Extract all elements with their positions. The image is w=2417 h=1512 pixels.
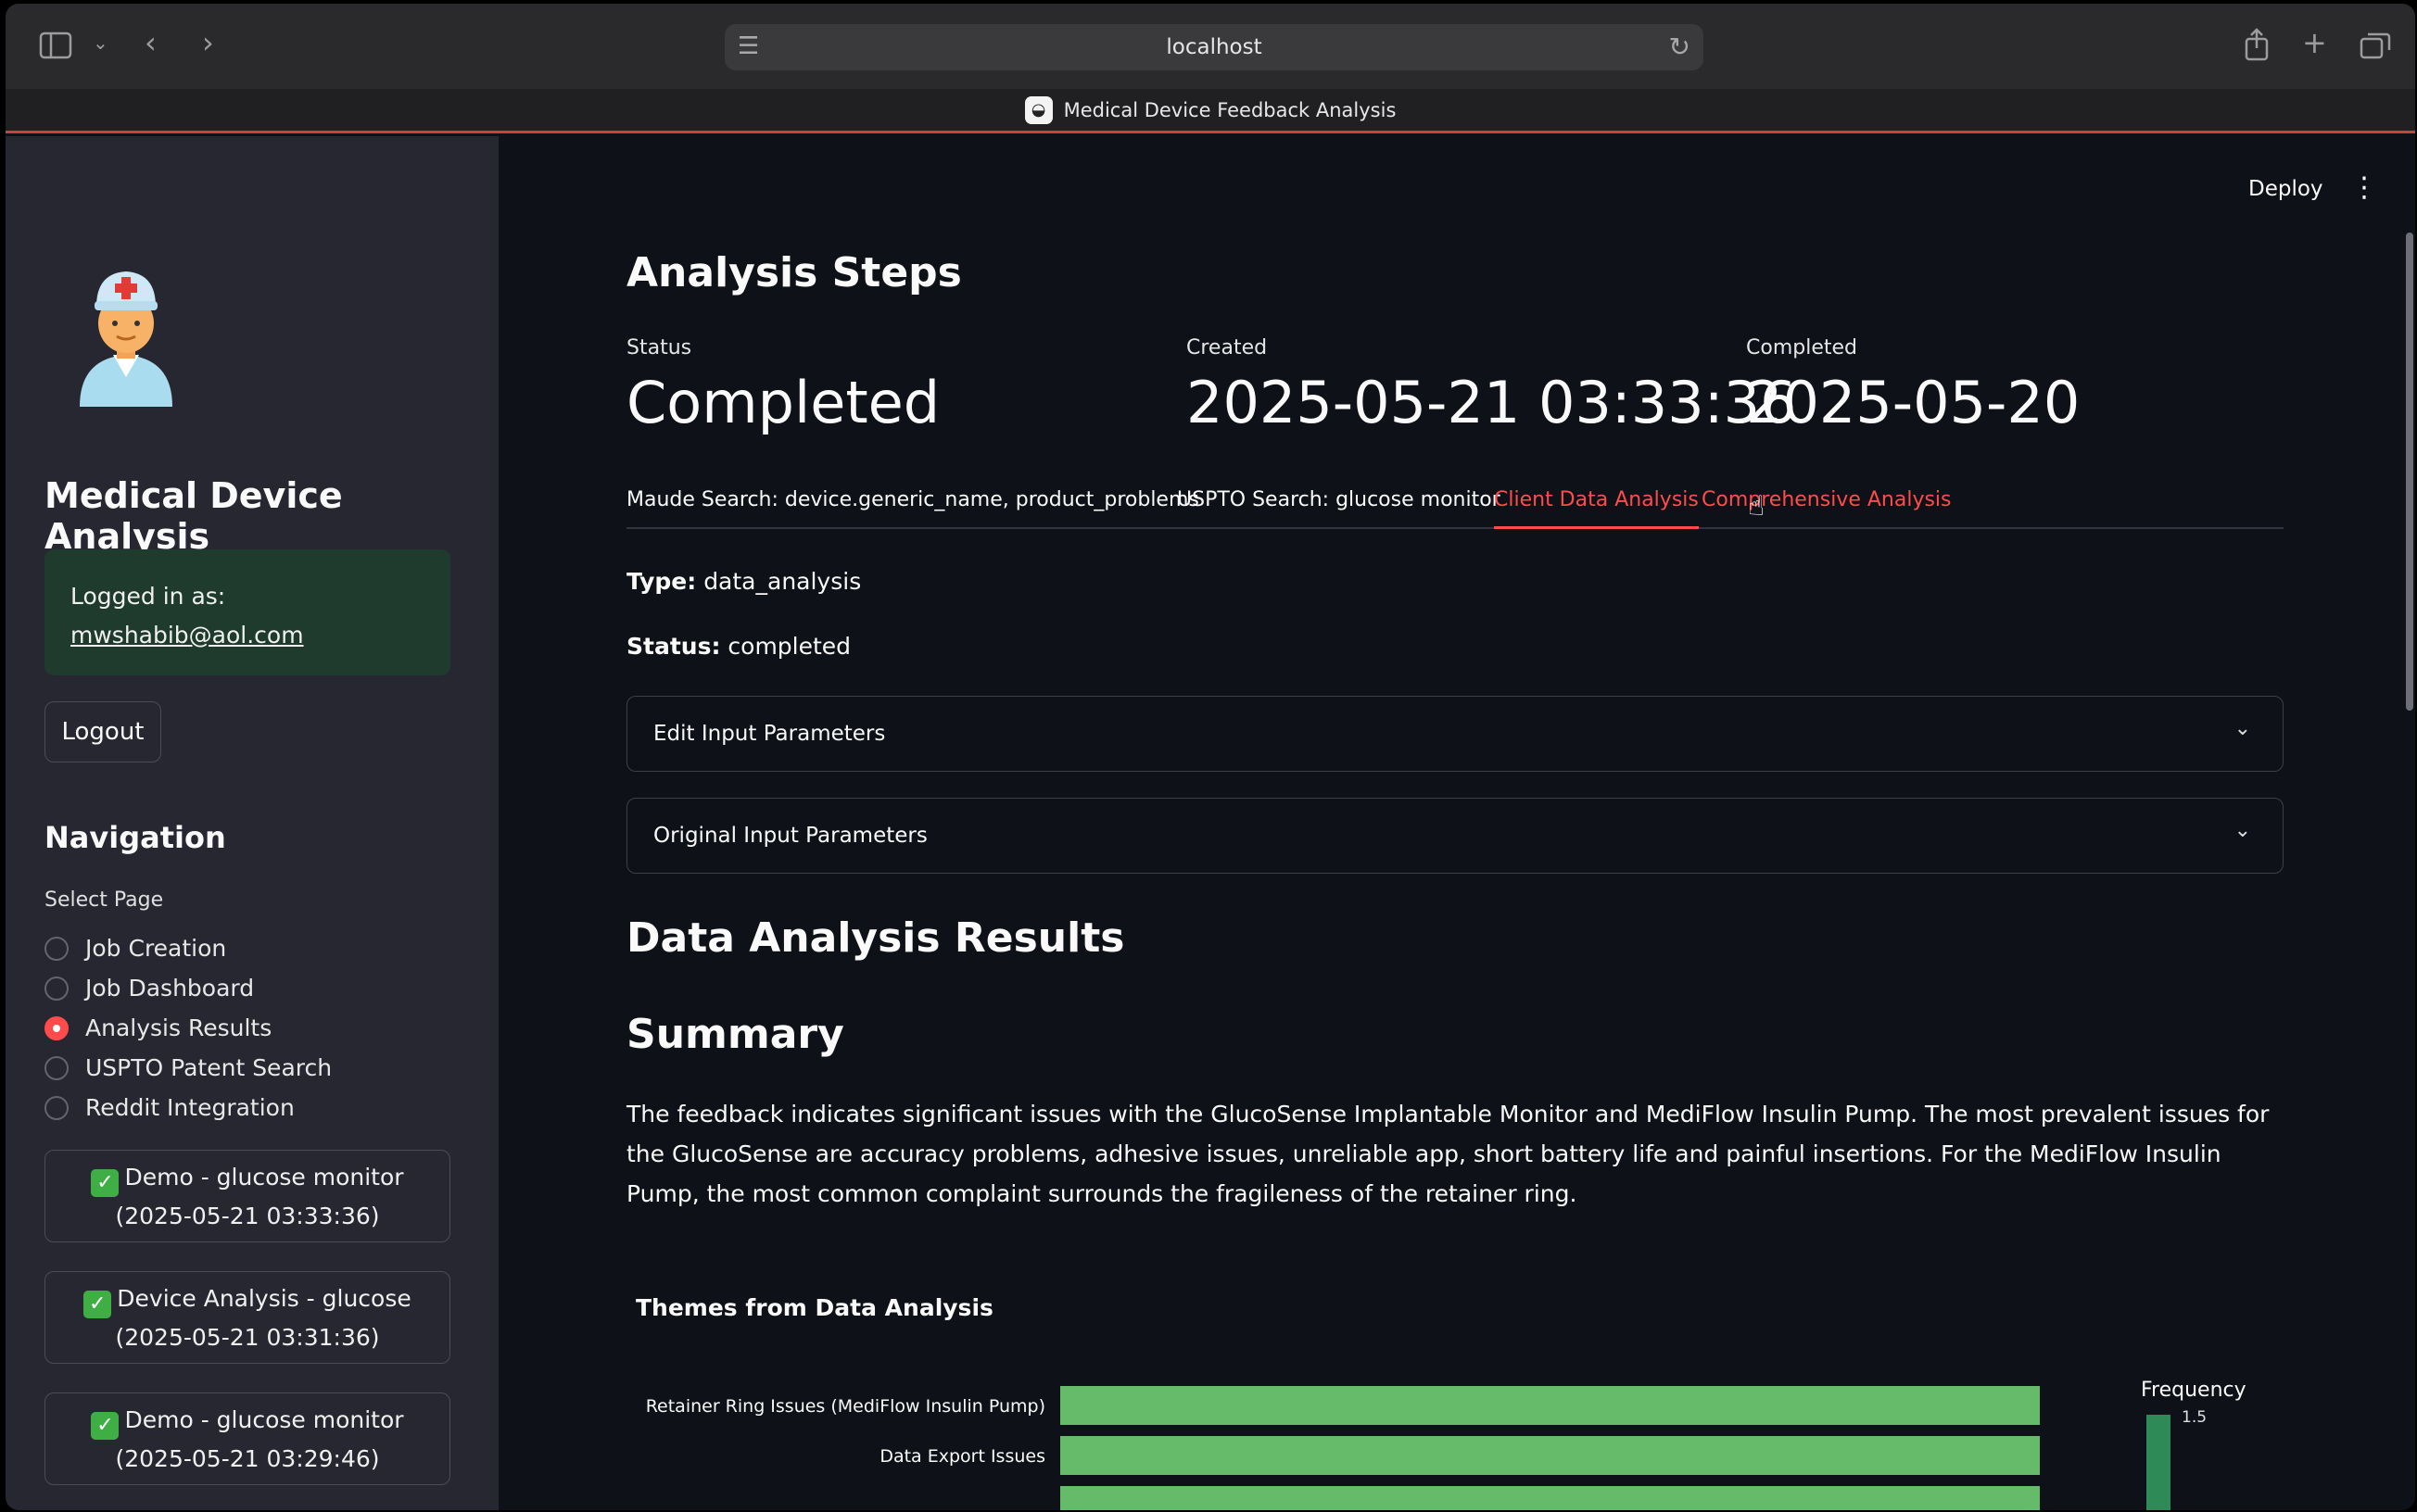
login-status-box: Logged in as: mwshabib@aol.com <box>44 549 450 675</box>
forward-arrow-icon[interactable]: › <box>202 28 214 57</box>
url-text: localhost <box>1166 35 1262 59</box>
job-time: (2025-05-21 03:33:36) <box>115 1203 380 1229</box>
tab-client-data-analysis[interactable]: Client Data Analysis <box>1494 488 1699 529</box>
radio-label: Job Creation <box>85 935 227 962</box>
status-label: Status: <box>626 633 721 660</box>
job-name: Demo - glucose monitor <box>124 1406 404 1433</box>
sidebar-toggle-icon[interactable] <box>39 32 72 59</box>
tab-comprehensive-analysis[interactable]: Comprehensive Analysis <box>1702 488 1952 511</box>
deploy-button[interactable]: Deploy <box>2248 177 2323 201</box>
check-mark-icon: ✓ <box>91 1412 120 1440</box>
tab-title: Medical Device Feedback Analysis <box>1063 98 1397 121</box>
radio-label: Analysis Results <box>85 1014 272 1041</box>
tab-overview-icon[interactable] <box>2360 32 2391 59</box>
check-mark-icon: ✓ <box>91 1169 120 1197</box>
share-icon[interactable] <box>2243 28 2271 61</box>
category-tick-label: Retainer Ring Issues (MediFlow Insulin P… <box>646 1396 1045 1417</box>
navigation-heading: Navigation <box>44 820 226 855</box>
radio-analysis-results[interactable]: Analysis Results <box>44 1008 332 1048</box>
legend-tick-label: 1.5 <box>2182 1408 2207 1427</box>
doctor-avatar-icon <box>80 271 172 407</box>
expander-label: Edit Input Parameters <box>653 722 886 746</box>
logout-button[interactable]: Logout <box>44 701 161 762</box>
radio-button-selected[interactable] <box>44 1015 69 1040</box>
metric-completed: Completed 2025-05-20 <box>1746 336 2080 436</box>
metric-value: 2025-05-20 <box>1746 369 2081 436</box>
type-label: Type: <box>626 568 697 595</box>
chart-bar <box>1060 1436 2040 1475</box>
themes-bar-chart: Retainer Ring Issues (MediFlow Insulin P… <box>646 1379 2246 1510</box>
login-label: Logged in as: <box>70 583 226 610</box>
sidebar-title: Medical Device Analysis <box>44 475 343 557</box>
metric-status: Status Completed <box>626 336 940 436</box>
chart-bar-partial <box>1060 1486 2040 1510</box>
status-value: completed <box>728 633 852 660</box>
metric-label: Created <box>1186 336 1268 359</box>
job-button[interactable]: ✓ Demo - glucose monitor (2025-05-21 03:3… <box>44 1150 450 1242</box>
kebab-menu-icon[interactable]: ⋮ <box>2350 171 2378 204</box>
streamlit-app: Medical Device Analysis Logged in as: mw… <box>6 136 2415 1510</box>
chart-title: Themes from Data Analysis <box>636 1294 993 1321</box>
data-analysis-results-heading: Data Analysis Results <box>626 914 1125 962</box>
chart-bar <box>1060 1386 2040 1425</box>
expander-label: Original Input Parameters <box>653 824 928 848</box>
back-arrow-icon[interactable]: ‹ <box>145 28 157 57</box>
reload-icon[interactable]: ↻ <box>1669 32 1690 62</box>
summary-text: The feedback indicates significant issue… <box>626 1101 2270 1207</box>
tab-uspto-search[interactable]: USPTO Search: glucose monitor <box>1177 488 1500 511</box>
tab-maude-search[interactable]: Maude Search: device.generic_name, produ… <box>626 488 1199 511</box>
job-name: Device Analysis - glucose <box>117 1285 411 1312</box>
select-page-label: Select Page <box>44 888 164 912</box>
favicon-icon: ◒ <box>1024 95 1053 124</box>
mouse-cursor-icon: ☝ <box>1748 490 1765 523</box>
metric-label: Completed <box>1746 336 1857 359</box>
status-row: Status: completed <box>626 633 851 660</box>
job-button[interactable]: ✓ Demo - glucose monitor (2025-05-21 03:2… <box>44 1392 450 1485</box>
radio-label: Job Dashboard <box>85 975 255 1002</box>
page-settings-icon[interactable]: ☰ <box>738 32 759 60</box>
category-tick-label: Data Export Issues <box>879 1446 1045 1467</box>
expander-edit-input-parameters[interactable]: Edit Input Parameters ⌄ <box>626 696 2284 772</box>
type-value: data_analysis <box>703 568 862 595</box>
page-radio-group: Job Creation Job Dashboard Analysis Resu… <box>44 928 332 1128</box>
chevron-down-icon: ⌄ <box>2234 819 2251 842</box>
browser-window: ⌄ ‹ › ☰ localhost ↻ + ◒ Medical Device F… <box>6 4 2415 1510</box>
metric-value: Completed <box>626 369 941 436</box>
legend-title: Frequency <box>2141 1379 2246 1402</box>
type-row: Type: data_analysis <box>626 568 861 595</box>
sidebar: Medical Device Analysis Logged in as: mw… <box>6 136 499 1510</box>
job-name: Demo - glucose monitor <box>124 1164 404 1191</box>
radio-button[interactable] <box>44 936 69 961</box>
metric-label: Status <box>626 336 692 359</box>
browser-tab[interactable]: ◒ Medical Device Feedback Analysis <box>6 89 2415 133</box>
main-content: Deploy ⋮ Analysis Steps Status Completed… <box>499 136 2415 1510</box>
job-time: (2025-05-21 03:29:46) <box>115 1445 380 1472</box>
summary-heading: Summary <box>626 1011 844 1058</box>
radio-reddit-integration[interactable]: Reddit Integration <box>44 1088 332 1128</box>
legend-colorbar <box>2146 1415 2170 1510</box>
expander-original-input-parameters[interactable]: Original Input Parameters ⌄ <box>626 798 2284 874</box>
radio-button[interactable] <box>44 1095 69 1120</box>
check-mark-icon: ✓ <box>83 1291 112 1318</box>
metric-value: 2025-05-21 03:33:36 <box>1186 369 1797 436</box>
browser-toolbar: ⌄ ‹ › ☰ localhost ↻ + <box>6 4 2415 89</box>
radio-label: USPTO Patent Search <box>85 1054 333 1081</box>
job-button[interactable]: ✓ Device Analysis - glucose (2025-05-21 0… <box>44 1271 450 1364</box>
step-tabs: Maude Search: device.generic_name, produ… <box>626 488 2284 529</box>
radio-job-creation[interactable]: Job Creation <box>44 928 332 968</box>
radio-uspto-patent-search[interactable]: USPTO Patent Search <box>44 1048 332 1088</box>
login-email-link[interactable]: mwshabib@aol.com <box>70 622 304 649</box>
metric-created: Created 2025-05-21 03:33:36 <box>1186 336 1796 436</box>
radio-job-dashboard[interactable]: Job Dashboard <box>44 968 332 1008</box>
scrollbar[interactable] <box>2406 233 2413 711</box>
radio-label: Reddit Integration <box>85 1094 295 1121</box>
radio-button[interactable] <box>44 1055 69 1080</box>
chevron-down-icon[interactable]: ⌄ <box>93 33 108 52</box>
url-bar[interactable]: ☰ localhost ↻ <box>725 24 1703 70</box>
radio-button[interactable] <box>44 976 69 1001</box>
chevron-down-icon: ⌄ <box>2234 717 2251 740</box>
analysis-steps-heading: Analysis Steps <box>626 249 962 296</box>
new-tab-icon[interactable]: + <box>2302 28 2327 57</box>
job-time: (2025-05-21 03:31:36) <box>115 1324 380 1351</box>
